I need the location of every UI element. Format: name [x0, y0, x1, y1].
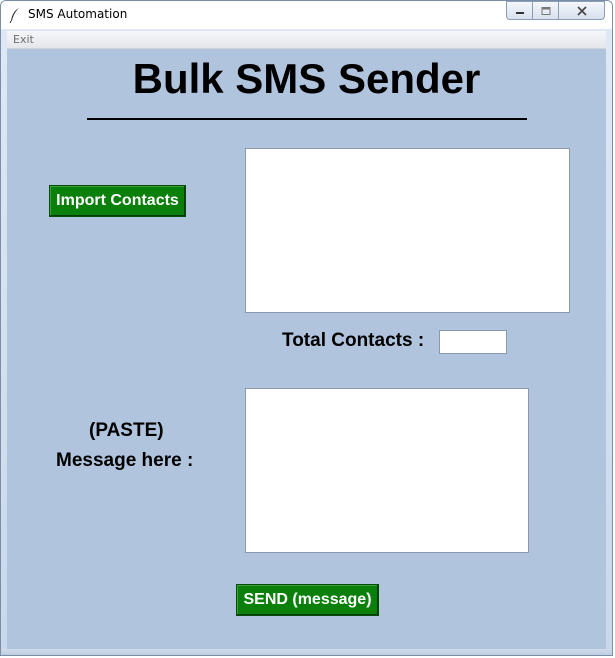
paste-label: (PASTE) [89, 420, 164, 441]
title-divider [87, 118, 527, 120]
minimize-button[interactable] [506, 1, 533, 20]
import-contacts-button[interactable]: Import Contacts [49, 185, 186, 217]
window-title: SMS Automation [28, 7, 128, 21]
close-icon [576, 5, 587, 16]
window-bottom-border [1, 649, 612, 655]
maximize-button[interactable] [532, 1, 559, 20]
menu-bar: Exit [7, 31, 606, 49]
send-message-button[interactable]: SEND (message) [236, 584, 379, 616]
contacts-textarea[interactable] [245, 148, 570, 313]
app-window: SMS Automation Exit Bulk SMS Sender Impo… [0, 0, 613, 656]
maximize-icon [541, 6, 550, 15]
menu-exit[interactable]: Exit [13, 33, 34, 46]
title-bar[interactable]: SMS Automation [1, 1, 612, 29]
page-title: Bulk SMS Sender [132, 55, 481, 102]
close-button[interactable] [558, 1, 605, 20]
total-contacts-field[interactable] [439, 330, 507, 354]
total-contacts-label: Total Contacts : [282, 330, 425, 351]
message-label: Message here : [56, 450, 194, 471]
minimize-icon [515, 11, 524, 14]
message-textarea[interactable] [245, 388, 529, 553]
main-panel: Bulk SMS Sender Import Contacts Total Co… [7, 49, 606, 649]
feather-icon [9, 8, 19, 23]
